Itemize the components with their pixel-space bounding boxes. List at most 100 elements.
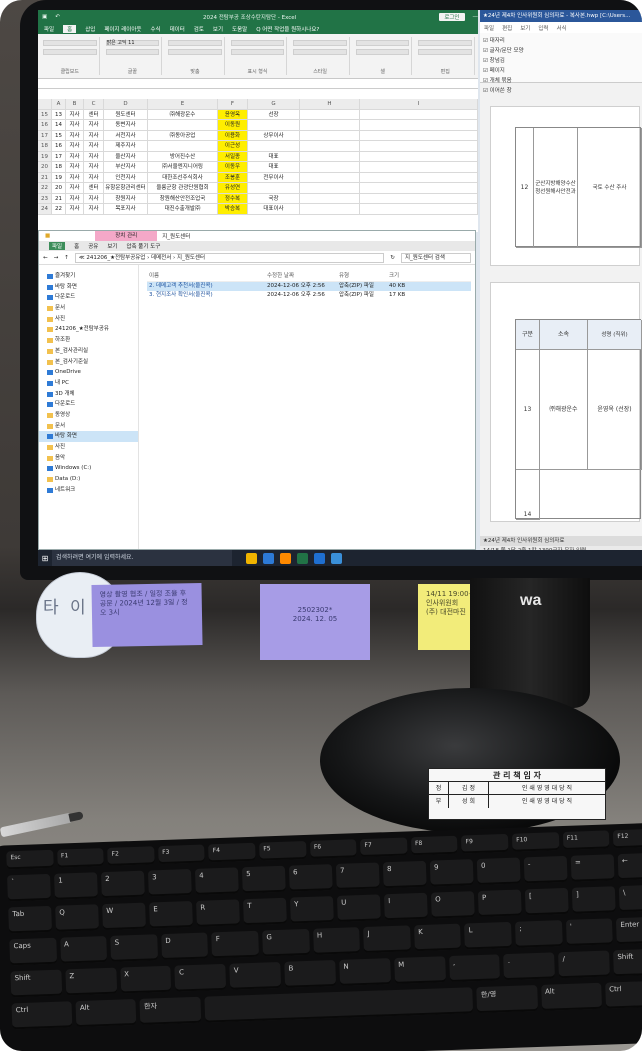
- table-cell[interactable]: ㈜해광운수: [148, 109, 218, 119]
- table-cell[interactable]: 22: [52, 204, 66, 214]
- keyboard-key[interactable]: D: [161, 932, 209, 961]
- nav-item[interactable]: 바탕 화면: [39, 282, 138, 293]
- menu-tab[interactable]: 서식: [557, 24, 567, 32]
- nav-item[interactable]: 네트워크: [39, 485, 138, 496]
- keyboard-key[interactable]: 4: [194, 867, 239, 895]
- formula-bar[interactable]: [38, 79, 478, 89]
- table-cell[interactable]: [300, 130, 360, 140]
- keyboard-key[interactable]: 5: [241, 865, 286, 894]
- folder-app-icon[interactable]: [246, 552, 257, 564]
- table-cell[interactable]: 지사: [84, 204, 104, 214]
- column-header[interactable]: 유형: [337, 271, 387, 281]
- table-cell[interactable]: 지사: [66, 109, 84, 119]
- keyboard-key[interactable]: 한자: [139, 996, 201, 1025]
- nav-item[interactable]: 다운로드: [39, 399, 138, 410]
- keyboard-key[interactable]: Q: [55, 904, 100, 932]
- app-icon[interactable]: [280, 552, 291, 564]
- keyboard-key[interactable]: F7: [360, 837, 408, 858]
- nav-item[interactable]: 내 PC: [39, 378, 138, 389]
- table-cell[interactable]: [148, 120, 218, 130]
- ribbon-control[interactable]: [418, 49, 473, 55]
- hwp-app-icon[interactable]: [314, 552, 325, 564]
- keyboard-key[interactable]: Shift: [613, 948, 642, 977]
- keyboard-key[interactable]: K: [413, 923, 462, 952]
- table-cell[interactable]: 동변지사: [104, 120, 148, 130]
- ribbon-checkbox[interactable]: ☑ 창넘김: [483, 56, 639, 66]
- table-cell[interactable]: 정수복: [218, 193, 248, 203]
- keyboard-key[interactable]: G: [262, 928, 310, 957]
- nav-item[interactable]: Data (D:): [39, 474, 138, 485]
- table-cell[interactable]: [300, 162, 360, 172]
- table-cell[interactable]: 조봉훈: [218, 172, 248, 182]
- table-cell[interactable]: 23: [38, 193, 52, 203]
- table-cell[interactable]: 18: [52, 162, 66, 172]
- ribbon-tab[interactable]: 파일: [44, 25, 54, 33]
- taskbar-search-input[interactable]: 검색하려면 여기에 입력하세요.: [52, 550, 232, 566]
- keyboard-key[interactable]: F11: [562, 830, 610, 850]
- table-cell[interactable]: 제주지사: [104, 141, 148, 151]
- keyboard-key[interactable]: 1: [54, 872, 98, 900]
- table-cell[interactable]: 20: [38, 162, 52, 172]
- keyboard-key[interactable]: 2: [100, 870, 145, 899]
- ribbon-tab[interactable]: Q 어떤 작업을 원하시나요?: [256, 25, 319, 33]
- ribbon-tab[interactable]: 페이지 레이아웃: [104, 25, 141, 33]
- keyboard-key[interactable]: ←: [617, 852, 642, 881]
- ribbon-control[interactable]: [293, 40, 347, 46]
- address-bar[interactable]: ≪ 241206_★전탐부공유업 › 데메전서 › 지_원도센터: [74, 252, 385, 263]
- keyboard-key[interactable]: Y: [289, 896, 334, 924]
- table-cell[interactable]: [300, 151, 360, 161]
- column-header[interactable]: E: [148, 99, 218, 109]
- keyboard-key[interactable]: L: [464, 921, 512, 950]
- table-cell[interactable]: 선장: [248, 109, 300, 119]
- table-cell[interactable]: 이용화: [218, 130, 248, 140]
- ribbon-tab[interactable]: 파일: [49, 242, 66, 250]
- keyboard-key[interactable]: F: [211, 930, 260, 959]
- table-cell[interactable]: 지사: [66, 193, 84, 203]
- keyboard-key[interactable]: F10: [511, 832, 560, 852]
- keyboard-key[interactable]: F9: [461, 833, 509, 854]
- ribbon-tab[interactable]: 압축 풀기 도구: [126, 242, 160, 250]
- table-cell[interactable]: 대표: [248, 151, 300, 161]
- file-row[interactable]: 3. 현지조사 확인서(울진콕) 2024-12-06 오후 2:56 압축(ZIP…: [147, 291, 471, 300]
- column-header[interactable]: I: [360, 99, 478, 109]
- refresh-icon[interactable]: ↻: [390, 255, 395, 261]
- ribbon-control[interactable]: [43, 40, 97, 46]
- table-cell[interactable]: [360, 130, 478, 140]
- table-cell[interactable]: 지사: [66, 120, 84, 130]
- ribbon-control[interactable]: [355, 40, 410, 46]
- keyboard-key[interactable]: T: [243, 897, 287, 926]
- table-cell[interactable]: 19: [38, 151, 52, 161]
- table-cell[interactable]: [300, 193, 360, 203]
- keyboard-key[interactable]: Shift: [10, 969, 63, 998]
- nav-item[interactable]: 3D 개체: [39, 389, 138, 400]
- minimize-icon[interactable]: —: [473, 14, 479, 20]
- ribbon-tab[interactable]: 데이터: [170, 25, 185, 33]
- table-cell[interactable]: 22: [38, 183, 52, 193]
- table-cell[interactable]: 지사: [66, 151, 84, 161]
- keyboard-key[interactable]: V: [229, 961, 282, 990]
- table-cell[interactable]: 창원지사: [104, 193, 148, 203]
- ribbon-checkbox[interactable]: ☑ 이어쓴 창: [483, 86, 639, 96]
- menu-tab[interactable]: 파일: [484, 24, 494, 32]
- keyboard-key[interactable]: Esc: [6, 849, 54, 870]
- column-header[interactable]: 크기: [387, 271, 427, 281]
- table-cell[interactable]: 유항운항관리센터: [104, 183, 148, 193]
- table-cell[interactable]: 상무이사: [248, 130, 300, 140]
- column-header[interactable]: H: [300, 99, 360, 109]
- column-header[interactable]: 수정한 날짜: [265, 271, 337, 281]
- nav-item[interactable]: 본_검사기준실: [39, 357, 138, 368]
- nav-item[interactable]: 사진: [39, 314, 138, 325]
- table-cell[interactable]: 울산지사: [104, 151, 148, 161]
- table-cell[interactable]: 서일종: [218, 151, 248, 161]
- ribbon-tab[interactable]: 홈: [74, 242, 79, 250]
- keyboard-key[interactable]: .: [503, 952, 556, 981]
- ribbon-control[interactable]: [105, 49, 160, 55]
- table-cell[interactable]: 지사: [84, 141, 104, 151]
- back-arrow-icon[interactable]: ←: [43, 255, 48, 261]
- table-cell[interactable]: [148, 141, 218, 151]
- search-input[interactable]: 지_원도센터 검색: [401, 252, 471, 263]
- table-cell[interactable]: ㈜서울엔지니어링: [148, 162, 218, 172]
- ribbon-checkbox[interactable]: ☑ 대자리: [483, 36, 639, 46]
- menu-tab[interactable]: 편집: [502, 24, 512, 32]
- table-cell[interactable]: 17: [52, 151, 66, 161]
